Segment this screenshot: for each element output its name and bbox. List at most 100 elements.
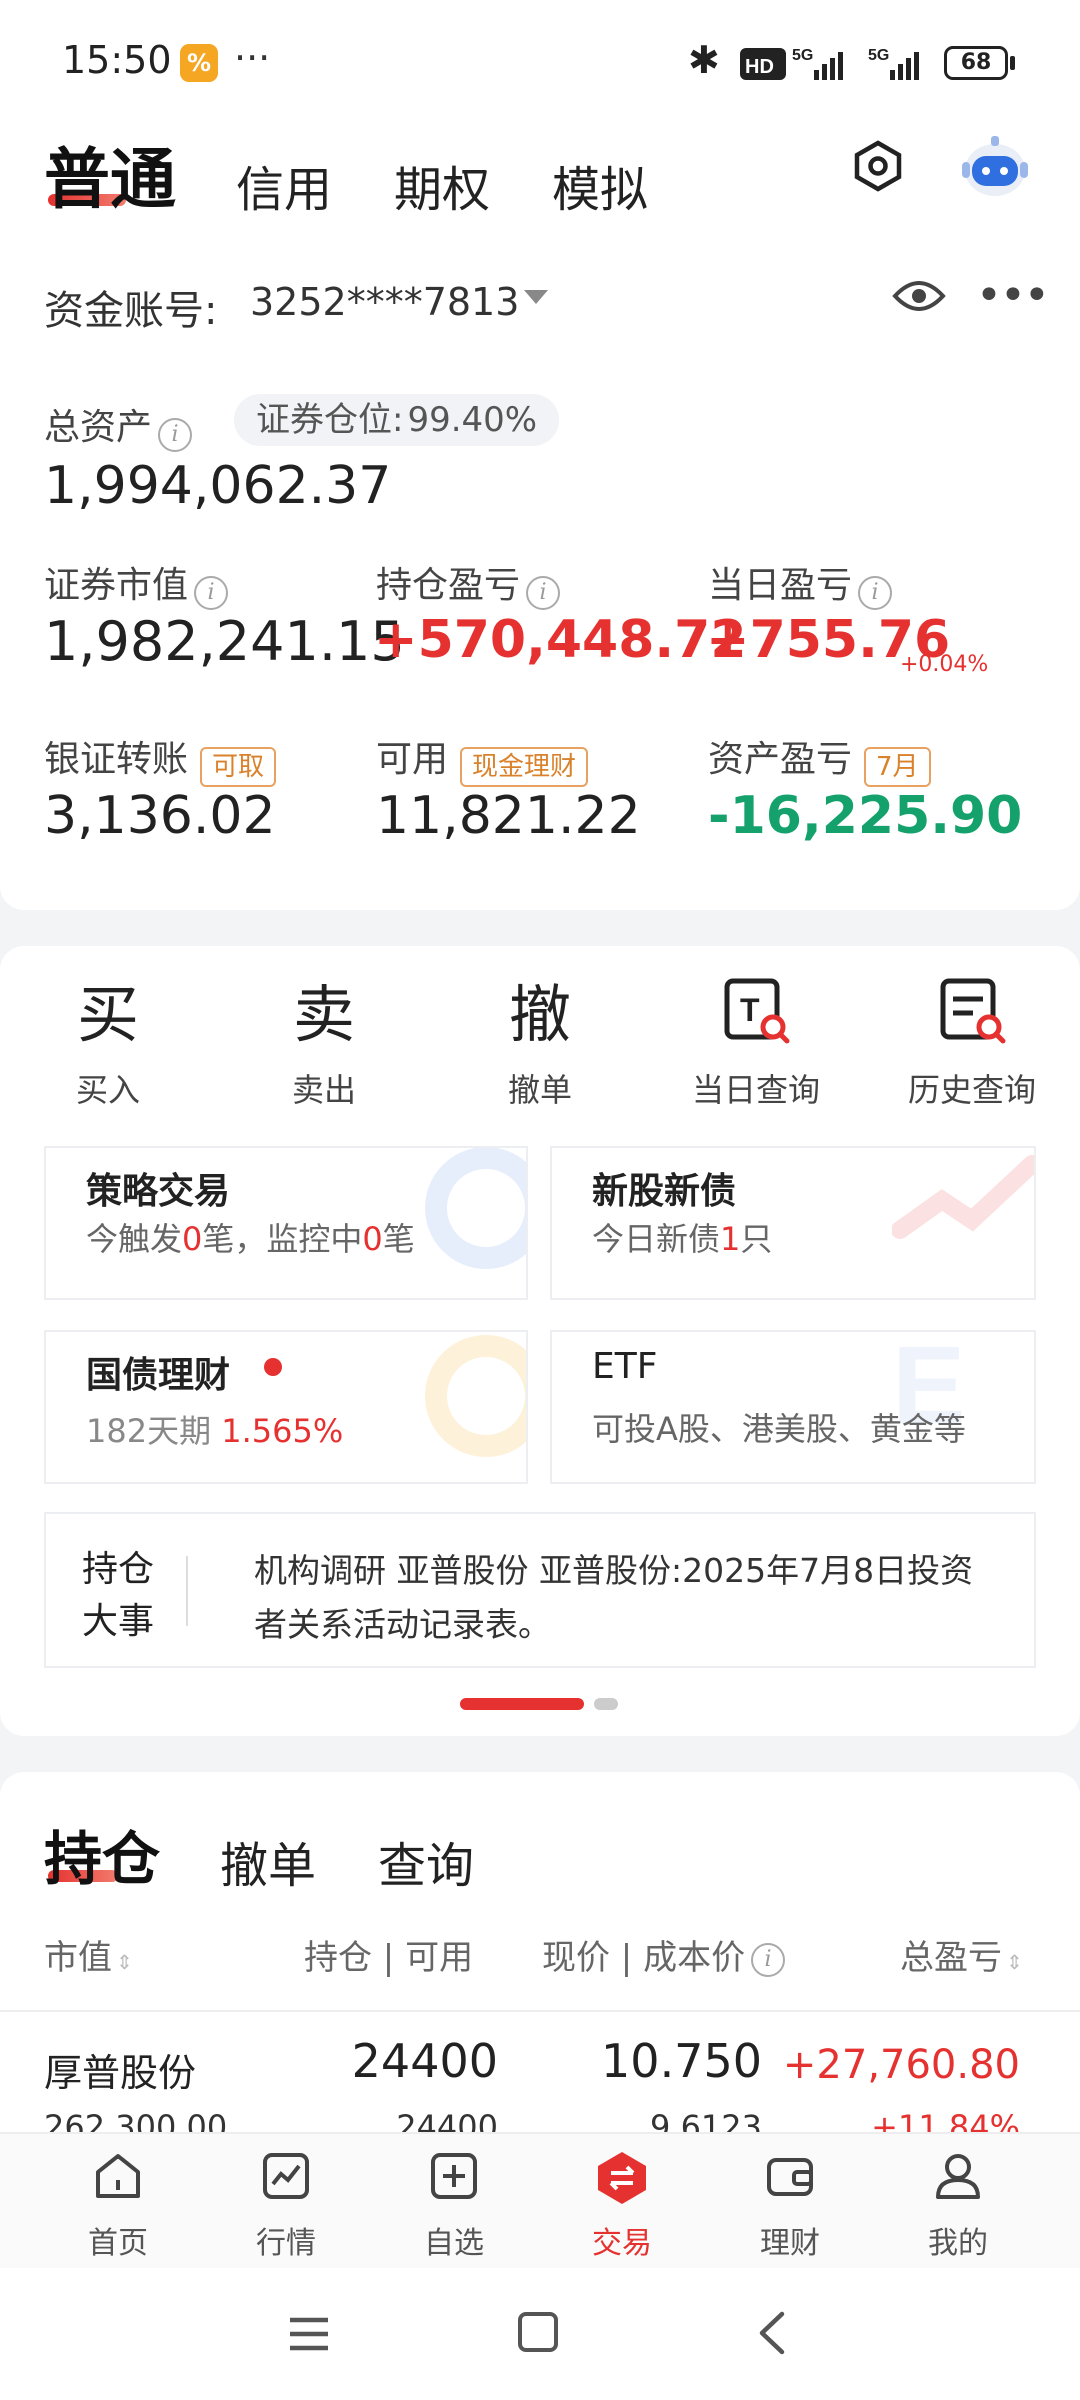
account-number[interactable]: 3252****7813 [250, 280, 519, 324]
position-ratio-value: 99.40% [407, 400, 538, 440]
market-value-label-text: 证券市值 [44, 565, 189, 606]
strategy-mid: 笔，监控中 [202, 1220, 363, 1258]
news-label-line2: 大事 [82, 1601, 155, 1642]
table-row[interactable]: 厚普股份 262,300.00 24400 24400 10.750 9.612… [0, 2012, 1080, 2132]
nav-home-label: 首页 [88, 2226, 148, 2261]
info-icon[interactable]: i [858, 575, 893, 610]
buy-label: 买入 [75, 1071, 140, 1109]
tab-options[interactable]: 期权 [394, 150, 490, 220]
asset-pl-value: -16,225.90 [708, 786, 1023, 846]
stock-total-pl: +27,760.80 [782, 2042, 1020, 2088]
query-tab[interactable]: 查询 [378, 1826, 474, 1896]
user-icon [936, 2154, 980, 2199]
info-icon[interactable]: i [751, 1942, 786, 1977]
nav-wealth[interactable]: 理财 [710, 2150, 870, 2262]
holdings-tab-label: 持仓 [44, 1825, 161, 1893]
news-text: 机构调研 亚普股份 亚普股份:2025年7月8日投资者关系活动记录表。 [254, 1551, 974, 1644]
tab-credit[interactable]: 信用 [236, 150, 332, 220]
position-ratio-pill: 证券仓位: 99.40% [234, 394, 560, 446]
asset-pl-label: 资产盈亏 7月 [708, 730, 931, 787]
tab-simulation[interactable]: 模拟 [552, 150, 648, 220]
ipo-pre: 今日新债 [592, 1220, 721, 1258]
history-query-button[interactable]: 历史查询 [882, 975, 1062, 1111]
holding-news-card[interactable]: 持仓大事 机构调研 亚普股份 亚普股份:2025年7月8日投资者关系活动记录表。 [44, 1512, 1036, 1668]
news-label-line1: 持仓 [82, 1549, 155, 1590]
nav-home[interactable]: 首页 [38, 2150, 198, 2262]
strategy-watermark-icon [425, 1148, 526, 1269]
nav-profile[interactable]: 我的 [878, 2150, 1038, 2262]
robot-assistant-icon[interactable] [958, 132, 1032, 204]
cash-management-tag[interactable]: 现金理财 [460, 746, 589, 787]
available-label: 可用 现金理财 [376, 730, 589, 787]
info-icon[interactable]: i [158, 417, 193, 452]
daily-pl-label: 当日盈亏 i [708, 556, 893, 610]
more-icon[interactable]: ••• [976, 270, 1050, 321]
month-tag[interactable]: 7月 [864, 746, 931, 787]
menu-icon[interactable] [288, 2314, 330, 2358]
eye-icon[interactable] [892, 276, 946, 320]
history-query-label: 历史查询 [907, 1071, 1036, 1109]
withdrawable-tag[interactable]: 可取 [200, 746, 277, 787]
sell-icon: 卖 [292, 978, 355, 1051]
nav-watchlist-label: 自选 [424, 2226, 484, 2261]
settings-hex-icon[interactable] [852, 140, 904, 196]
account-label: 资金账号: [44, 288, 218, 334]
svg-text:T: T [740, 992, 760, 1028]
stock-available: 24400 [396, 2108, 498, 2132]
nav-trade[interactable]: 交易 [542, 2150, 702, 2262]
total-assets-text: 总资产 [44, 407, 153, 448]
etf-card[interactable]: E ETF 可投A股、港美股、黄金等 [550, 1330, 1036, 1484]
wallet-icon [767, 2158, 813, 2196]
nav-watchlist[interactable]: 自选 [374, 2150, 534, 2262]
cancel-icon: 撤 [508, 978, 571, 1051]
cancel-label: 撤单 [507, 1071, 572, 1109]
carousel-indicator [594, 1698, 618, 1710]
daily-pl-label-text: 当日盈亏 [708, 565, 853, 606]
today-query-label: 当日查询 [691, 1071, 820, 1109]
buy-button[interactable]: 买 买入 [18, 975, 198, 1111]
total-assets-value: 1,994,062.37 [44, 456, 392, 516]
stock-total-pl-pct: +11.84% [871, 2108, 1020, 2132]
treasury-card[interactable]: 国债理财 182天期 1.565% [44, 1330, 528, 1484]
history-query-icon [882, 975, 1062, 1055]
sell-button[interactable]: 卖 卖出 [234, 975, 414, 1111]
holding-pl-label: 持仓盈亏 i [376, 556, 561, 610]
header-position: 持仓 | 可用 [304, 1938, 474, 1978]
header-total-pl[interactable]: 总盈亏 ⇕ [900, 1930, 1023, 1979]
tab-normal[interactable]: 普通 [44, 126, 176, 222]
header-market-value[interactable]: 市值 ⇕ [44, 1930, 133, 1979]
strategy-post: 笔 [382, 1220, 415, 1258]
ipo-watermark-icon [892, 1155, 1034, 1239]
strategy-subtitle: 今触发0笔，监控中0笔 [86, 1214, 415, 1260]
treasury-subtitle: 182天期 1.565% [86, 1406, 343, 1452]
stock-price: 10.750 [601, 2034, 762, 2088]
cancel-order-button[interactable]: 撤 撤单 [450, 975, 630, 1111]
add-icon [431, 2153, 477, 2199]
nav-market[interactable]: 行情 [206, 2150, 366, 2262]
nav-market-label: 行情 [256, 2226, 316, 2261]
cancel-orders-tab[interactable]: 撤单 [220, 1826, 316, 1896]
treasury-title: 国债理财 [86, 1355, 231, 1396]
account-dropdown-icon[interactable] [524, 290, 548, 304]
nav-profile-label: 我的 [928, 2226, 988, 2261]
treasury-term: 182天期 [86, 1412, 212, 1450]
info-icon[interactable]: i [194, 575, 229, 610]
ipo-post: 只 [740, 1220, 773, 1258]
today-query-button[interactable]: T 当日查询 [666, 975, 846, 1111]
bluetooth-icon: ✱ [688, 38, 720, 82]
home-square-icon[interactable] [518, 2312, 558, 2352]
transfer-value: 3,136.02 [44, 786, 276, 846]
info-icon[interactable]: i [526, 575, 561, 610]
svg-text:HD: HD [745, 56, 774, 78]
holding-pl-value: +570,448.72 [374, 610, 747, 670]
holding-pl-label-text: 持仓盈亏 [376, 565, 521, 606]
back-icon[interactable] [756, 2310, 786, 2360]
total-assets-label: 总资产 i [44, 398, 193, 452]
holdings-tab[interactable]: 持仓 [44, 1812, 160, 1896]
strategy-triggered-count: 0 [182, 1220, 203, 1258]
daily-pl-percent: +0.04% [900, 652, 989, 677]
treasury-rate: 1.565% [221, 1412, 344, 1450]
svg-text:5G: 5G [868, 47, 889, 64]
strategy-trading-card[interactable]: 策略交易 今触发0笔，监控中0笔 [44, 1146, 528, 1300]
ipo-bonds-card[interactable]: 新股新债 今日新债1只 [550, 1146, 1036, 1300]
